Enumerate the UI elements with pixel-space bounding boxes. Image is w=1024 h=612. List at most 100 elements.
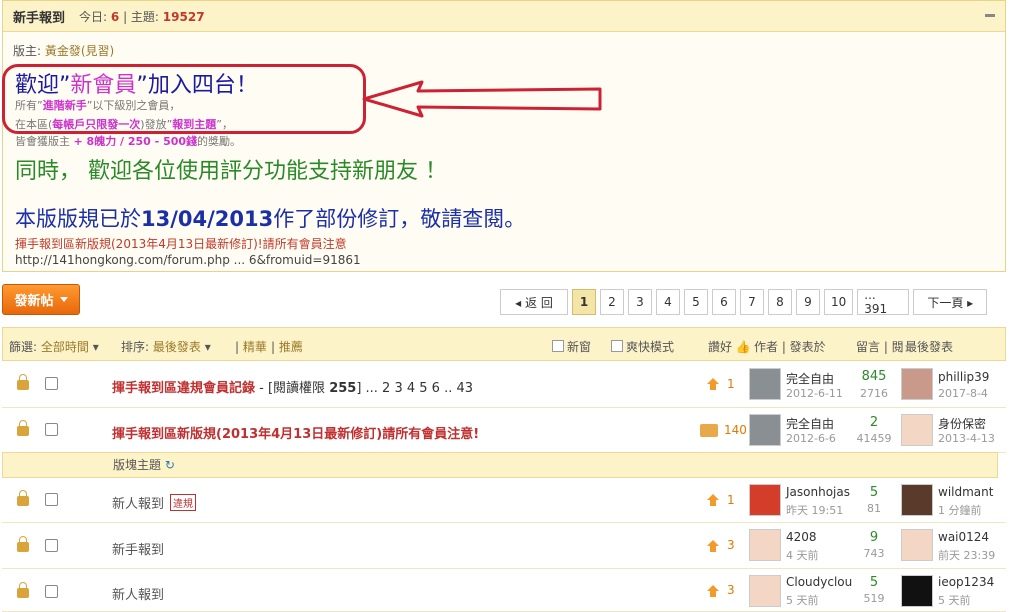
- last-poster-name[interactable]: 身份保密: [938, 415, 986, 432]
- author-name[interactable]: 完全自由: [786, 415, 834, 432]
- page-5[interactable]: 5: [684, 289, 708, 315]
- dropdown-caret-icon: [59, 297, 68, 302]
- lock-icon: [17, 374, 29, 390]
- like-up-icon: [707, 585, 719, 597]
- row-checkbox[interactable]: [45, 423, 58, 436]
- last-poster-avatar[interactable]: [901, 368, 933, 400]
- row-checkbox[interactable]: [45, 585, 58, 598]
- last-poster-avatar[interactable]: [901, 484, 933, 516]
- reply-count[interactable]: 9: [854, 530, 894, 545]
- page-8[interactable]: 8: [768, 289, 792, 315]
- thread-title[interactable]: 揮手報到區違規會員記錄 - [閱讀權限 255] ... 2 3 4 5 6 .…: [112, 377, 473, 396]
- reward-line: 皆會獲版主 + 8魄力 / 250 - 500錢的獎勵。: [15, 135, 242, 146]
- like-count: 140: [724, 423, 747, 437]
- board-title[interactable]: 新手報到: [13, 7, 65, 26]
- last-poster-name[interactable]: phillip39: [938, 370, 989, 384]
- reply-count[interactable]: 2: [854, 415, 894, 430]
- rule-url[interactable]: http://141hongkong.com/forum.php ... 6&f…: [15, 253, 361, 267]
- essence-filter[interactable]: | 精華: [235, 338, 267, 355]
- page-9[interactable]: 9: [796, 289, 820, 315]
- thread-title[interactable]: 揮手報到區新版規(2013年4月13日最新修訂)請所有會員注意!: [112, 423, 479, 442]
- post-date: 昨天 19:51: [786, 504, 844, 517]
- today-stat: 今日: 6 | 主題: 19527: [79, 9, 205, 24]
- page-3[interactable]: 3: [628, 289, 652, 315]
- thread-title[interactable]: 新人報到 違規: [112, 493, 197, 512]
- last-poster-avatar[interactable]: [901, 529, 933, 561]
- post-date: 5 天前: [786, 594, 819, 607]
- last-post-date[interactable]: 前天 23:39: [938, 547, 995, 563]
- post-date: 2012-6-6: [786, 432, 836, 445]
- author-name[interactable]: 4208: [786, 530, 817, 544]
- view-count: 41459: [856, 432, 892, 445]
- last-poster-avatar[interactable]: [901, 414, 933, 446]
- next-page-button[interactable]: 下一頁 ▸: [913, 289, 988, 315]
- page-last[interactable]: ... 391: [857, 288, 910, 316]
- thread-title[interactable]: 新手報到: [112, 539, 164, 558]
- board-info-panel: 新手報到 今日: 6 | 主題: 19527 版主: 黃金發(見習) 皆會獲版主…: [2, 0, 1006, 272]
- last-post-date[interactable]: 5 天前: [938, 592, 971, 608]
- moderators: 版主: 黃金發(見習): [13, 44, 115, 58]
- last-poster-name[interactable]: wildmant: [938, 485, 993, 499]
- author-name[interactable]: 完全自由: [786, 370, 834, 387]
- last-post-date[interactable]: 2017-8-4: [938, 387, 988, 400]
- view-count: 743: [863, 547, 885, 560]
- author-avatar[interactable]: [749, 529, 781, 561]
- back-button[interactable]: ◂ 返 回: [500, 289, 568, 315]
- page-4[interactable]: 4: [656, 289, 680, 315]
- section-header: 版塊主題 ↻: [2, 452, 998, 478]
- lock-icon: [17, 490, 29, 506]
- author-avatar[interactable]: [749, 484, 781, 516]
- reply-count[interactable]: 845: [854, 369, 894, 384]
- time-filter[interactable]: 篩選: 全部時間 ▾: [9, 338, 99, 355]
- collapse-icon[interactable]: [985, 14, 995, 17]
- moderator-link[interactable]: 黃金發(見習): [45, 44, 114, 58]
- pagination: ◂ 返 回 1 2 3 4 5 6 7 8 9 10 ... 391 下一頁 ▸: [500, 288, 988, 316]
- like-count: 1: [727, 377, 735, 391]
- rule-link[interactable]: 揮手報到區新版規(2013年4月13日最新修訂)!請所有會員注意: [15, 235, 347, 252]
- author-name[interactable]: Cloudyclou: [786, 575, 852, 589]
- likes-sort[interactable]: 讚好 👍: [708, 338, 751, 355]
- author-column[interactable]: 作者 | 發表於: [754, 338, 826, 355]
- rule-update-notice: 本版版規已於13/04/2013作了部份修訂，敬請查閱。: [15, 207, 526, 231]
- page-7[interactable]: 7: [740, 289, 764, 315]
- author-avatar[interactable]: [749, 368, 781, 400]
- row-checkbox[interactable]: [45, 377, 58, 390]
- last-poster-name[interactable]: wai0124: [938, 530, 989, 544]
- like-up-icon: [707, 378, 719, 390]
- fast-mode-checkbox[interactable]: [611, 340, 623, 352]
- lock-icon: [17, 420, 29, 436]
- last-poster-name[interactable]: ieop1234: [938, 575, 994, 589]
- reply-column[interactable]: 留言 | 閱: [856, 338, 904, 355]
- author-name[interactable]: Jasonhojas: [786, 485, 850, 499]
- rating-notice: 同時， 歡迎各位使用評分功能支持新朋友 ！: [15, 159, 447, 184]
- page-10[interactable]: 10: [824, 289, 854, 315]
- thread-title[interactable]: 新人報到: [112, 584, 164, 603]
- recommend-filter[interactable]: | 推薦: [271, 338, 303, 355]
- fast-mode-toggle[interactable]: 爽快模式: [611, 338, 674, 355]
- hot-thread-icon: [700, 424, 718, 437]
- author-avatar[interactable]: [749, 575, 781, 607]
- row-checkbox[interactable]: [45, 493, 58, 506]
- last-post-date[interactable]: 1 分鐘前: [938, 502, 982, 518]
- page-6[interactable]: 6: [712, 289, 736, 315]
- new-window-checkbox[interactable]: [552, 340, 564, 352]
- like-count: 3: [727, 583, 735, 597]
- new-window-toggle[interactable]: 新窗: [552, 338, 591, 355]
- board-header: 新手報到 今日: 6 | 主題: 19527: [3, 1, 1005, 32]
- last-post-date[interactable]: 2013-4-13: [938, 432, 995, 445]
- new-post-button[interactable]: 發新帖: [2, 284, 80, 315]
- post-date: 4 天前: [786, 549, 819, 562]
- last-post-column[interactable]: 最後發表: [905, 338, 953, 355]
- reply-count[interactable]: 5: [854, 575, 894, 590]
- page-1[interactable]: 1: [572, 289, 596, 315]
- reply-count[interactable]: 5: [854, 485, 894, 500]
- annotation-ring: [2, 64, 366, 134]
- page-2[interactable]: 2: [600, 289, 624, 315]
- refresh-icon[interactable]: ↻: [165, 458, 175, 472]
- last-poster-avatar[interactable]: [901, 575, 933, 607]
- view-count: 81: [867, 502, 881, 515]
- author-avatar[interactable]: [749, 414, 781, 446]
- row-checkbox[interactable]: [45, 539, 58, 552]
- sort-filter[interactable]: 排序: 最後發表 ▾: [121, 338, 211, 355]
- filter-bar: 篩選: 全部時間 ▾ 排序: 最後發表 ▾ | 精華 | 推薦 新窗 爽快模式 …: [2, 327, 1006, 361]
